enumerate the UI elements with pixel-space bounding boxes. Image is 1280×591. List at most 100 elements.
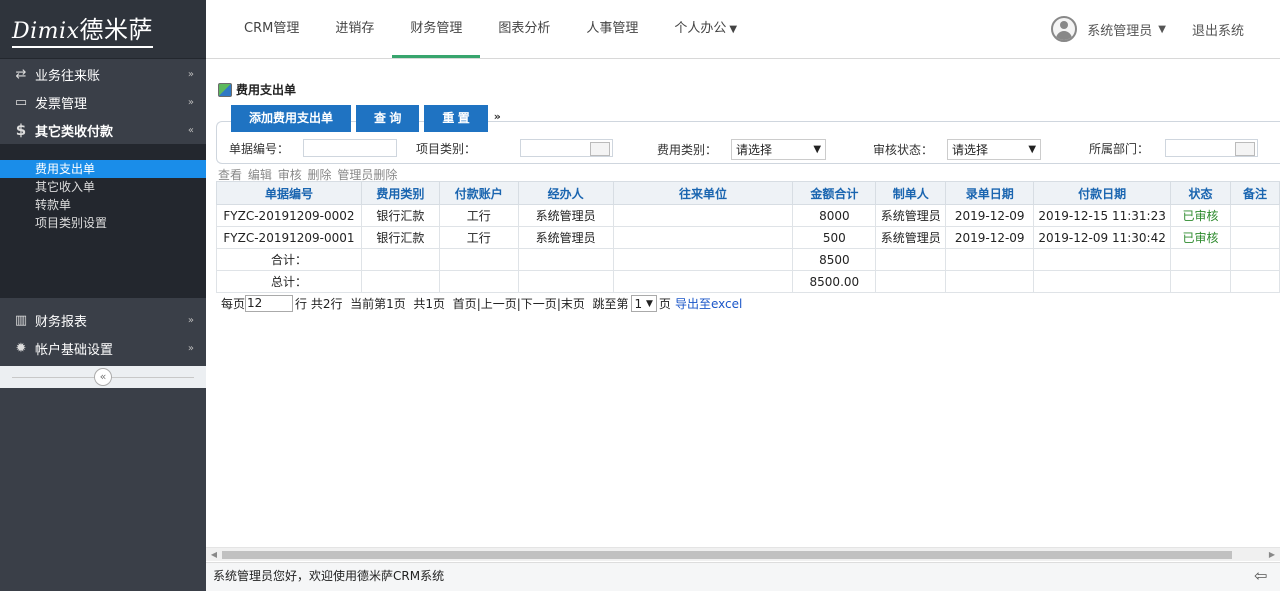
per-page-input[interactable]: 12	[245, 295, 294, 312]
collapse-icon[interactable]: «	[94, 368, 112, 386]
caret-down-icon: ▼	[813, 144, 822, 155]
total-value: 8500.00	[792, 270, 877, 293]
department-picker[interactable]	[1165, 139, 1259, 157]
total-label: 总计：	[216, 270, 362, 293]
column-header[interactable]: 状态	[1170, 181, 1231, 205]
subtotal-value: 8500	[792, 248, 877, 271]
tab-hr[interactable]: 人事管理	[568, 0, 656, 58]
empty-cell	[1033, 248, 1172, 271]
sidebar-group-account-settings[interactable]: ✹ 帐户基础设置 »	[0, 334, 206, 362]
add-expense-button[interactable]: 添加费用支出单	[231, 105, 352, 132]
logo-en: Dimix	[12, 19, 80, 44]
avatar[interactable]	[1051, 16, 1078, 42]
main-content: 费用支出单 单据编号： 项目类别： 费用类别： 请选择 ▼ 审核状态： 请选择 ▼ …	[206, 59, 1280, 547]
user-area: 系统管理员 ▼ 退出系统	[1051, 0, 1244, 58]
back-icon[interactable]: ⇦	[1254, 567, 1272, 585]
column-header[interactable]: 录单日期	[945, 181, 1035, 205]
empty-cell	[945, 248, 1035, 271]
status-badge: 已审核	[1170, 204, 1231, 227]
submenu: 费用支出单 其它收入单 转款单 项目类别设置	[0, 144, 206, 298]
last-page-link[interactable]: 末页	[561, 295, 585, 312]
tab-charts[interactable]: 图表分析	[480, 0, 568, 58]
sidebar-group-business[interactable]: ⇄ 业务往来账 »	[0, 60, 206, 88]
column-header[interactable]: 费用类别	[360, 181, 440, 205]
sidebar-item-transfer[interactable]: 转款单	[0, 196, 206, 214]
view-action[interactable]: 查看	[218, 168, 242, 182]
scrollbar-thumb[interactable]	[222, 551, 1232, 559]
table-row[interactable]: FYZC-20191209-0002 银行汇款 工行 系统管理员 8000 系统…	[216, 204, 1280, 227]
empty-cell	[945, 270, 1035, 293]
audit-status-select[interactable]: 请选择 ▼	[947, 139, 1042, 160]
search-field-project: 项目类别：	[416, 139, 614, 157]
logout-link[interactable]: 退出系统	[1192, 20, 1244, 39]
column-header[interactable]: 金额合计	[792, 181, 877, 205]
cell-account: 工行	[438, 226, 519, 249]
sidebar-item-project-category[interactable]: 项目类别设置	[0, 214, 206, 232]
project-category-picker[interactable]	[520, 139, 614, 157]
scroll-right-icon[interactable]: ▶	[1264, 548, 1280, 562]
total-row: 总计： 8500.00	[216, 270, 1280, 293]
search-label: 审核状态：	[873, 143, 934, 157]
column-header[interactable]: 经办人	[517, 181, 614, 205]
sidebar-group-invoice[interactable]: ▭ 发票管理 »	[0, 88, 206, 116]
next-page-link[interactable]: 下一页	[521, 295, 557, 312]
select-value: 请选择	[952, 143, 989, 157]
column-header[interactable]: 备注	[1230, 181, 1280, 205]
column-header[interactable]: 制单人	[875, 181, 947, 205]
sidebar-group-other-payments[interactable]: $ 其它类收付款 «	[0, 116, 206, 144]
status-badge: 已审核	[1170, 226, 1231, 249]
export-excel-link[interactable]: 导出至excel	[675, 295, 742, 312]
chevron-down-icon: »	[187, 96, 194, 108]
tab-finance[interactable]: 财务管理	[392, 0, 481, 58]
cell-entry-date: 2019-12-09	[945, 204, 1035, 227]
reset-button[interactable]: 重 置	[424, 105, 488, 132]
delete-action[interactable]: 删除	[308, 168, 332, 182]
admin-delete-action[interactable]: 管理员删除	[337, 168, 397, 182]
empty-cell	[1230, 248, 1280, 271]
sidebar-group-label: 业务往来账	[35, 68, 101, 84]
cell-amount: 8000	[792, 204, 877, 227]
select-value: 1	[634, 296, 643, 311]
sidebar-group-label: 帐户基础设置	[35, 342, 114, 358]
empty-cell	[612, 248, 794, 271]
cell-fee-type: 银行汇款	[360, 204, 440, 227]
caret-down-icon[interactable]: ▼	[1158, 24, 1166, 35]
column-header[interactable]: 付款账户	[438, 181, 519, 205]
caret-down-icon: ▼	[646, 298, 653, 309]
search-field-dept: 所属部门：	[1089, 139, 1259, 157]
table-row[interactable]: FYZC-20191209-0001 银行汇款 工行 系统管理员 500 系统管…	[216, 226, 1280, 249]
tab-inventory[interactable]: 进销存	[317, 0, 392, 58]
edit-action[interactable]: 编辑	[248, 168, 272, 182]
column-header[interactable]: 单据编号	[216, 181, 362, 205]
tab-personal-office[interactable]: 个人办公 ▼	[656, 0, 755, 58]
empty-cell	[438, 270, 519, 293]
column-header[interactable]: 付款日期	[1033, 181, 1172, 205]
sidebar-group-label: 财务报表	[35, 314, 88, 330]
empty-cell	[875, 270, 947, 293]
audit-action[interactable]: 审核	[278, 168, 302, 182]
scroll-left-icon[interactable]: ◀	[206, 548, 222, 562]
bill-no-input[interactable]	[303, 139, 398, 157]
cell-partner	[612, 226, 794, 249]
sidebar-item-other-income[interactable]: 其它收入单	[0, 178, 206, 196]
row-count: 行 共2行	[295, 297, 343, 311]
per-page-label: 每页	[221, 297, 246, 311]
sidebar-item-expense[interactable]: 费用支出单	[0, 160, 206, 178]
jump-page-select[interactable]: 1 ▼	[630, 295, 657, 312]
empty-cell	[1170, 248, 1231, 271]
sidebar-group-reports[interactable]: ▥ 财务报表 »	[0, 306, 206, 334]
tab-crm[interactable]: CRM管理	[226, 0, 317, 58]
expand-icon[interactable]: »	[494, 105, 501, 132]
first-page-link[interactable]: 首页	[453, 295, 477, 312]
top-bar: CRM管理 进销存 财务管理 图表分析 人事管理 个人办公 ▼ 系统管理员 ▼ 退…	[206, 0, 1280, 59]
prev-page-link[interactable]: 上一页	[481, 295, 517, 312]
sidebar-group-label: 其它类收付款	[35, 124, 114, 140]
horizontal-scrollbar[interactable]: ◀ ▶	[206, 547, 1280, 561]
fee-type-select[interactable]: 请选择 ▼	[731, 139, 827, 160]
current-page: 当前第1页	[350, 297, 406, 311]
column-header[interactable]: 往来单位	[612, 181, 794, 205]
query-button[interactable]: 查 询	[356, 105, 420, 132]
user-name[interactable]: 系统管理员	[1087, 20, 1152, 39]
search-label: 所属部门：	[1089, 141, 1150, 156]
cell-amount: 500	[792, 226, 877, 249]
